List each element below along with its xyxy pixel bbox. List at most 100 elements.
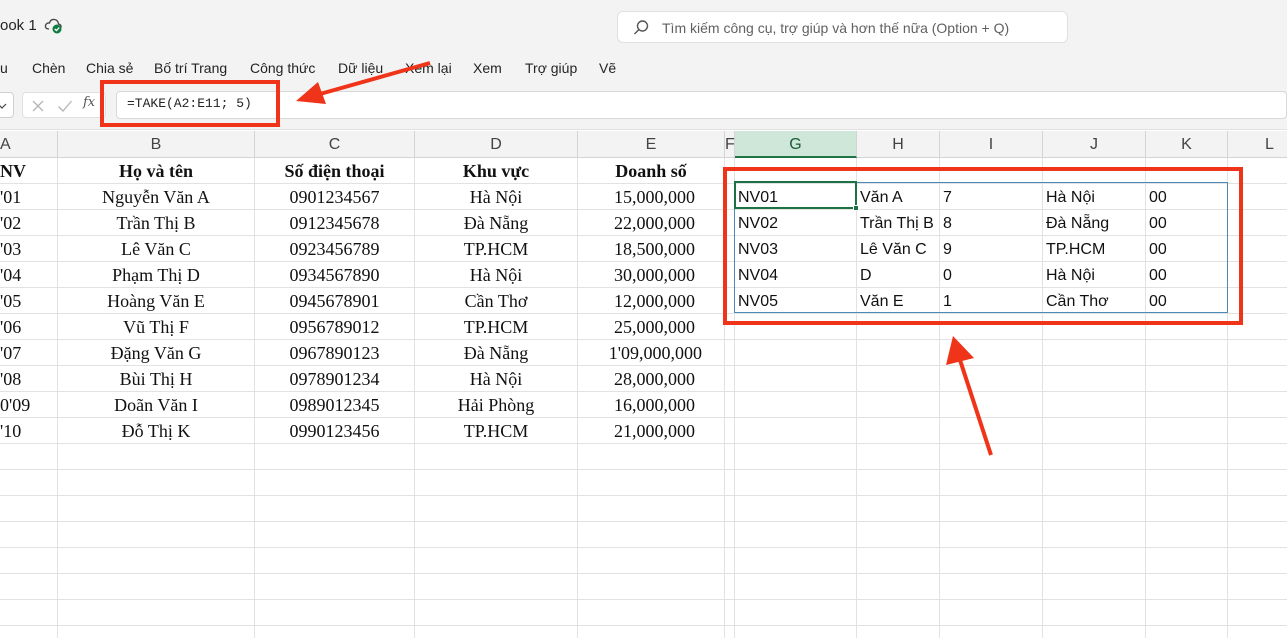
cell-id[interactable]: '01 [0, 184, 57, 210]
gridline [0, 469, 1287, 470]
formula-input[interactable]: =TAKE(A2:E11; 5) [116, 91, 1287, 119]
gridline [0, 625, 1287, 626]
cell-sales[interactable]: 1'09,000,000 [578, 340, 702, 366]
cell-phone[interactable]: 0934567890 [255, 262, 414, 288]
cell-name[interactable]: Hoàng Văn E [58, 288, 254, 314]
cell-region[interactable]: TP.HCM [415, 418, 577, 444]
tab-page-layout[interactable]: Bố trí Trang [154, 60, 227, 76]
column-headers: A B C D E F G H I J K L [0, 131, 1287, 158]
cell-region[interactable]: Hà Nội [415, 366, 577, 392]
workbook-title[interactable]: ook 1 [0, 17, 37, 34]
tab-share[interactable]: Chia sẻ [86, 60, 133, 76]
column-header-c[interactable]: C [255, 131, 415, 158]
tab-draw[interactable]: Vẽ [599, 60, 616, 76]
cell-sales[interactable]: 21,000,000 [578, 418, 695, 444]
cell-phone[interactable]: 0901234567 [255, 184, 414, 210]
name-box-dropdown[interactable] [0, 92, 14, 118]
column-header-l[interactable]: L [1228, 131, 1287, 158]
cell-id[interactable]: 0'09 [0, 392, 57, 418]
cell-id[interactable]: '06 [0, 314, 57, 340]
tab-home-partial[interactable]: u [0, 60, 8, 76]
gridline [0, 521, 1287, 522]
cell-sales[interactable]: 15,000,000 [578, 184, 695, 210]
cell-sales[interactable]: 28,000,000 [578, 366, 695, 392]
checkmark-icon[interactable] [57, 99, 73, 113]
cell-region[interactable]: Hải Phòng [415, 392, 577, 418]
cell-b1[interactable]: Họ và tên [58, 158, 254, 184]
ribbon-tabs: u Chèn Chia sẻ Bố trí Trang Công thức Dữ… [0, 54, 1287, 84]
cell-phone[interactable]: 0990123456 [255, 418, 414, 444]
cell-sales[interactable]: 16,000,000 [578, 392, 695, 418]
tab-review[interactable]: Xem lại [405, 60, 452, 76]
cell-name[interactable]: Vũ Thị F [58, 314, 254, 340]
cell-region[interactable]: Đà Nẵng [415, 340, 577, 366]
tab-help[interactable]: Trợ giúp [525, 60, 577, 76]
tab-insert[interactable]: Chèn [32, 60, 65, 76]
column-header-f[interactable]: F [725, 131, 735, 158]
cell-phone[interactable]: 0923456789 [255, 236, 414, 262]
column-header-h[interactable]: H [857, 131, 940, 158]
formula-text[interactable]: =TAKE(A2:E11; 5) [127, 96, 252, 111]
cell-d1[interactable]: Khu vực [415, 158, 577, 184]
cell-region[interactable]: Hà Nội [415, 262, 577, 288]
cell-sales[interactable]: 30,000,000 [578, 262, 695, 288]
column-header-e[interactable]: E [578, 131, 725, 158]
formula-tools: fx [22, 92, 106, 118]
cell-id[interactable]: '03 [0, 236, 57, 262]
cloud-saved-icon[interactable] [44, 17, 64, 35]
cell-c1[interactable]: Số điện thoại [255, 158, 414, 184]
insert-function-icon[interactable]: fx [83, 95, 95, 110]
cell-region[interactable]: Hà Nội [415, 184, 577, 210]
cell-region[interactable]: Cần Thơ [415, 288, 577, 314]
cell-name[interactable]: Đỗ Thị K [58, 418, 254, 444]
cell-id[interactable]: '10 [0, 418, 57, 444]
column-header-d[interactable]: D [415, 131, 578, 158]
cancel-icon[interactable] [31, 99, 45, 113]
cell-id[interactable]: '08 [0, 366, 57, 392]
cell-sales[interactable]: 18,500,000 [578, 236, 695, 262]
cell-name[interactable]: Bùi Thị H [58, 366, 254, 392]
column-header-j[interactable]: J [1043, 131, 1146, 158]
gridline [0, 599, 1287, 600]
cell-sales[interactable]: 25,000,000 [578, 314, 695, 340]
cell-region[interactable]: TP.HCM [415, 236, 577, 262]
gridline [724, 158, 725, 638]
cell-id[interactable]: '05 [0, 288, 57, 314]
cell-phone[interactable]: 0989012345 [255, 392, 414, 418]
cell-phone[interactable]: 0967890123 [255, 340, 414, 366]
cell-phone[interactable]: 0912345678 [255, 210, 414, 236]
cell-name[interactable]: Trần Thị B [58, 210, 254, 236]
column-header-g[interactable]: G [735, 131, 857, 158]
tab-formulas[interactable]: Công thức [250, 60, 315, 76]
cell-sales[interactable]: 22,000,000 [578, 210, 695, 236]
chevron-down-icon [0, 98, 7, 109]
fill-handle[interactable] [853, 205, 859, 211]
tab-data[interactable]: Dữ liệu [338, 60, 383, 76]
cell-phone[interactable]: 0945678901 [255, 288, 414, 314]
cell-e1[interactable]: Doanh số [578, 158, 724, 184]
cell-name[interactable]: Lê Văn C [58, 236, 254, 262]
cell-name[interactable]: Doãn Văn I [58, 392, 254, 418]
cell-id[interactable]: '07 [0, 340, 57, 366]
cell-phone[interactable]: 0956789012 [255, 314, 414, 340]
search-placeholder[interactable]: Tìm kiếm công cụ, trợ giúp và hơn thế nữ… [662, 20, 1009, 36]
cell-name[interactable]: Phạm Thị D [58, 262, 254, 288]
cell-phone[interactable]: 0978901234 [255, 366, 414, 392]
column-header-i[interactable]: I [940, 131, 1043, 158]
search-box[interactable]: Tìm kiếm công cụ, trợ giúp và hơn thế nữ… [617, 11, 1068, 43]
cell-id[interactable]: '02 [0, 210, 57, 236]
cell-region[interactable]: Đà Nẵng [415, 210, 577, 236]
cell-id[interactable]: '04 [0, 262, 57, 288]
active-cell-selection[interactable] [734, 181, 857, 209]
cell-region[interactable]: TP.HCM [415, 314, 577, 340]
cell-name[interactable]: Đặng Văn G [58, 340, 254, 366]
gridline [0, 573, 1287, 574]
cell-a1[interactable]: NV [0, 158, 57, 184]
column-header-a[interactable]: A [0, 131, 58, 158]
tab-view[interactable]: Xem [473, 60, 502, 76]
cell-sales[interactable]: 12,000,000 [578, 288, 695, 314]
column-header-k[interactable]: K [1146, 131, 1228, 158]
cell-name[interactable]: Nguyễn Văn A [58, 184, 254, 210]
gridline [0, 547, 1287, 548]
column-header-b[interactable]: B [58, 131, 255, 158]
